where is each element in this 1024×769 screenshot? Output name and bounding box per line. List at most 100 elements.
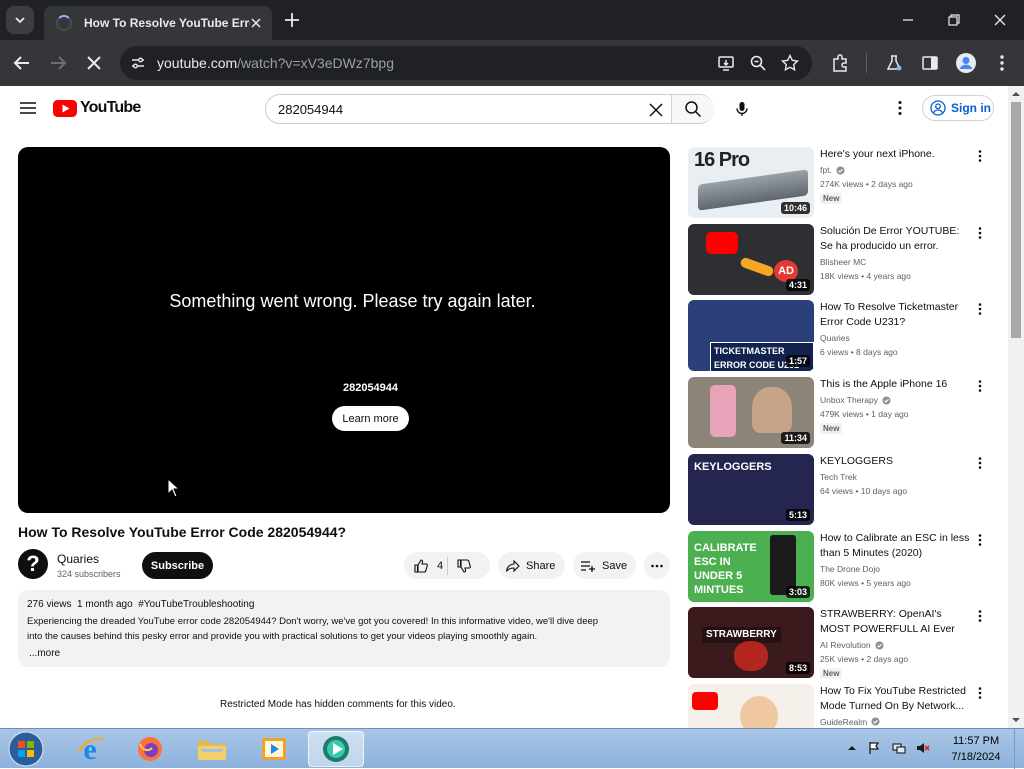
recommendation-title[interactable]: How to Calibrate an ESC in less than 5 M… xyxy=(820,531,970,561)
share-button[interactable]: Share xyxy=(498,552,565,579)
recommendation-title[interactable]: STRAWBERRY: OpenAI's MOST POWERFULL AI E… xyxy=(820,607,970,637)
settings-more-icon[interactable] xyxy=(890,98,910,118)
browser-tab-active[interactable]: How To Resolve YouTube Error Code 282054… xyxy=(44,6,272,40)
recommendation-channel[interactable]: fpt. xyxy=(820,165,845,175)
labs-flask-icon[interactable] xyxy=(884,53,904,73)
channel-avatar[interactable]: ? xyxy=(18,549,48,579)
recommendation-item[interactable]: TICKETMASTER ERROR CODE U231 1:57 How To R… xyxy=(688,300,998,372)
show-desktop-button[interactable] xyxy=(1014,729,1024,769)
video-thumbnail[interactable]: 11:34 xyxy=(688,377,814,449)
profile-avatar-icon[interactable] xyxy=(955,52,977,74)
more-vertical-icon[interactable] xyxy=(974,149,986,163)
more-vertical-icon[interactable] xyxy=(974,456,986,470)
extensions-icon[interactable] xyxy=(830,53,850,73)
install-app-icon[interactable] xyxy=(716,53,736,73)
taskbar-media-player[interactable] xyxy=(246,731,302,767)
recommendation-channel[interactable]: Unbox Therapy xyxy=(820,395,891,405)
dislike-button[interactable] xyxy=(448,552,491,579)
clear-search-icon[interactable] xyxy=(646,100,666,120)
like-button[interactable]: 4 xyxy=(404,552,447,579)
thumbnail-art xyxy=(710,385,736,438)
more-actions-button[interactable] xyxy=(644,552,670,579)
voice-search-button[interactable] xyxy=(728,95,756,123)
hashtag-link[interactable]: #YouTubeTroubleshooting xyxy=(138,599,254,610)
stop-loading-icon[interactable] xyxy=(82,51,106,75)
search-button[interactable] xyxy=(671,95,714,123)
recommendation-title[interactable]: Solución De Error YOUTUBE: Se ha produci… xyxy=(820,224,970,254)
sign-in-button[interactable]: Sign in xyxy=(922,95,994,121)
more-vertical-icon[interactable] xyxy=(974,609,986,623)
hamburger-menu-icon[interactable] xyxy=(17,97,39,119)
recommendation-title[interactable]: How To Fix YouTube Restricted Mode Turne… xyxy=(820,684,970,714)
more-vertical-icon[interactable] xyxy=(974,302,986,316)
video-thumbnail[interactable]: STRAWBERRY 8:53 xyxy=(688,607,814,679)
recommendation-item[interactable]: CALIBRATE ESC IN UNDER 5 MINTUES 3:03 How … xyxy=(688,530,998,603)
show-more-link[interactable]: ...more xyxy=(29,648,60,659)
description-box[interactable]: 276 views 1 month ago #YouTubeTroublesho… xyxy=(18,590,670,667)
subscribe-button[interactable]: Subscribe xyxy=(142,552,213,579)
recommendation-title[interactable]: Here's your next iPhone. xyxy=(820,147,970,162)
windows-start-button[interactable] xyxy=(4,730,48,768)
bookmark-star-icon[interactable] xyxy=(780,53,800,73)
volume-muted-icon[interactable] xyxy=(916,741,930,755)
recommendation-title[interactable]: KEYLOGGERS xyxy=(820,454,970,469)
network-icon[interactable] xyxy=(892,741,906,755)
channel-name[interactable]: Quaries xyxy=(57,552,99,566)
recommendation-item[interactable]: AD 4:31 Solución De Error YOUTUBE: Se ha p… xyxy=(688,223,998,296)
close-tab-icon[interactable] xyxy=(248,15,264,31)
taskbar-internet-explorer[interactable]: e xyxy=(62,731,118,767)
video-thumbnail[interactable]: 16 Pro 10:46 xyxy=(688,147,814,218)
video-thumbnail[interactable]: CALIBRATE ESC IN UNDER 5 MINTUES 3:03 xyxy=(688,530,814,602)
recommendation-channel[interactable]: Tech Trek xyxy=(820,472,857,482)
video-thumbnail[interactable]: AD 4:31 xyxy=(688,223,814,295)
recommendation-item[interactable]: How To Fix YouTube Restricted Mode Turne… xyxy=(688,683,998,728)
close-window-icon[interactable] xyxy=(990,10,1010,30)
minimize-icon[interactable] xyxy=(898,10,918,30)
learn-more-button[interactable]: Learn more xyxy=(332,406,409,431)
system-clock[interactable]: 11:57 PM 7/18/2024 xyxy=(940,733,1012,765)
recommendation-channel[interactable]: AI Revolution xyxy=(820,640,884,650)
scroll-down-icon[interactable] xyxy=(1012,716,1020,724)
more-vertical-icon[interactable] xyxy=(974,533,986,547)
description-line: Experiencing the dreaded YouTube error c… xyxy=(27,616,599,627)
address-bar[interactable]: youtube.com/watch?v=xV3eDWz7bpg xyxy=(120,46,812,80)
more-vertical-icon[interactable] xyxy=(974,226,986,240)
scroll-up-icon[interactable] xyxy=(1012,90,1020,98)
back-arrow-icon[interactable] xyxy=(10,51,34,75)
rec-age: 2 days ago xyxy=(871,179,913,189)
page-scrollbar[interactable] xyxy=(1008,86,1024,728)
more-vertical-icon[interactable] xyxy=(974,379,986,393)
taskbar-video-app-active[interactable] xyxy=(308,731,364,767)
new-tab-icon[interactable] xyxy=(282,10,302,30)
recommendation-item[interactable]: 11:34 This is the Apple iPhone 16 Unbox Th… xyxy=(688,377,998,449)
taskbar-file-explorer[interactable] xyxy=(184,731,240,767)
action-center-flag-icon[interactable] xyxy=(867,741,881,755)
recommendation-item[interactable]: KEYLOGGERS 5:13 KEYLOGGERS Tech Trek 64 view… xyxy=(688,453,998,526)
recommendation-title[interactable]: This is the Apple iPhone 16 xyxy=(820,377,970,392)
zoom-icon[interactable] xyxy=(748,53,768,73)
show-hidden-icons-icon[interactable] xyxy=(845,741,859,755)
forward-arrow-icon[interactable] xyxy=(46,51,70,75)
scrollbar-thumb[interactable] xyxy=(1011,102,1021,338)
recommendation-channel[interactable]: Blisheer MC xyxy=(820,257,866,267)
recommendation-channel[interactable]: The Drone Dojo xyxy=(820,564,880,574)
site-info-icon[interactable] xyxy=(128,53,148,73)
side-panel-icon[interactable] xyxy=(920,53,940,73)
recommendation-title[interactable]: How To Resolve Ticketmaster Error Code U… xyxy=(820,300,970,330)
recommendation-channel[interactable]: GuideRealm xyxy=(820,717,880,727)
video-thumbnail[interactable]: TICKETMASTER ERROR CODE U231 1:57 xyxy=(688,300,814,372)
taskbar-firefox[interactable] xyxy=(122,731,178,767)
save-button[interactable]: Save xyxy=(573,552,636,579)
video-thumbnail[interactable]: KEYLOGGERS 5:13 xyxy=(688,453,814,525)
video-player[interactable]: Something went wrong. Please try again l… xyxy=(18,147,670,513)
browser-menu-icon[interactable] xyxy=(992,53,1012,73)
youtube-logo[interactable]: YouTube xyxy=(53,99,141,117)
more-vertical-icon[interactable] xyxy=(974,686,986,700)
restore-icon[interactable] xyxy=(944,10,964,30)
recommendation-item[interactable]: STRAWBERRY 8:53 STRAWBERRY: OpenAI's MOST … xyxy=(688,607,998,680)
recommendation-item[interactable]: 16 Pro 10:46 Here's your next iPhone. fpt. 2… xyxy=(688,147,998,219)
search-input[interactable] xyxy=(278,95,638,123)
video-thumbnail[interactable] xyxy=(688,683,814,728)
recommendation-channel[interactable]: Quaries xyxy=(820,333,850,343)
tab-search-button[interactable] xyxy=(6,6,34,34)
